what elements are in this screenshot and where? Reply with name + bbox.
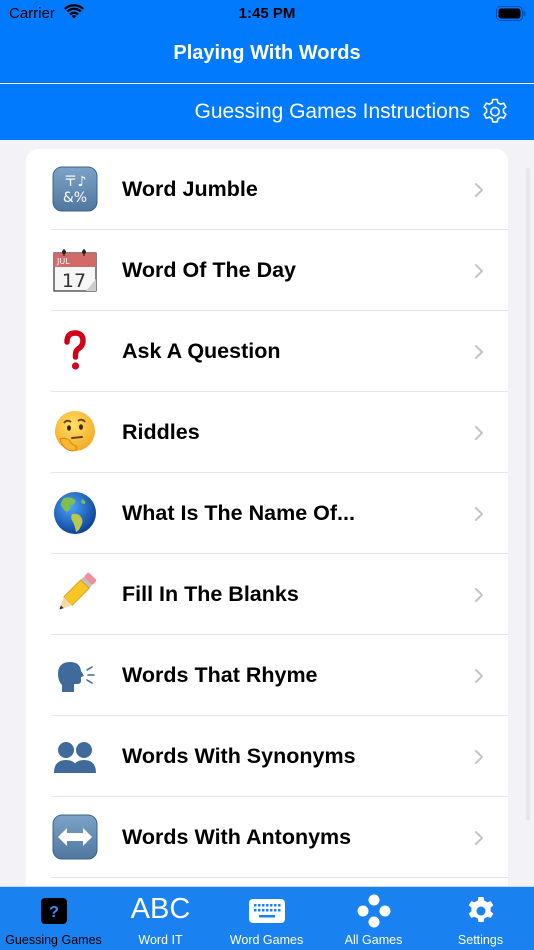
chevron-right-icon: [475, 668, 483, 683]
list-item-word-of-the-day[interactable]: JUL 17 Word Of The Day: [26, 230, 508, 311]
chevron-right-icon: [475, 182, 483, 197]
pencil-icon: [51, 570, 99, 618]
list-item-label: What Is The Name Of...: [122, 501, 355, 525]
chevron-right-icon: [475, 344, 483, 359]
list-item-riddles[interactable]: Riddles: [26, 392, 508, 473]
tab-label: Word Games: [229, 933, 304, 947]
calendar-day: 17: [62, 270, 86, 292]
tab-all-games[interactable]: All Games: [320, 887, 427, 950]
status-time: 1:45 PM: [238, 5, 296, 22]
list-item-words-with-antonyms[interactable]: Words With Antonyms: [26, 797, 508, 878]
tab-guessing-games[interactable]: ? Guessing Games: [0, 887, 107, 950]
svg-text:&%: &%: [63, 190, 87, 206]
list-item-label: Words That Rhyme: [122, 663, 318, 687]
list-item-fill-in-the-blanks[interactable]: Fill In The Blanks: [26, 554, 508, 635]
gear-outline-icon: [483, 98, 507, 123]
tab-label: Guessing Games: [5, 933, 102, 947]
list-item-what-is-the-name-of[interactable]: What Is The Name Of...: [26, 473, 508, 554]
chevron-right-icon: [475, 263, 483, 278]
question-mark-icon: [51, 327, 99, 375]
chevron-right-icon: [475, 425, 483, 440]
list-item-label: Word Jumble: [122, 177, 258, 201]
chevron-right-icon: [475, 506, 483, 521]
tab-word-games[interactable]: Word Games: [213, 887, 320, 950]
chevron-right-icon: [475, 749, 483, 764]
list-item-label: Ask A Question: [122, 339, 281, 363]
svg-text:?: ?: [49, 904, 59, 921]
instructions-button[interactable]: Guessing Games Instructions: [195, 96, 510, 128]
page-title: Playing With Words: [173, 42, 361, 64]
tab-settings[interactable]: Settings: [427, 887, 534, 950]
tab-bar: ? Guessing Games ABC Word IT Word Games: [0, 886, 534, 950]
calendar-month: JUL: [56, 257, 70, 266]
list-item-words-that-rhyme[interactable]: Words That Rhyme: [26, 635, 508, 716]
calendar-icon: JUL 17: [51, 246, 99, 294]
game-controller-dots-icon: [356, 894, 392, 928]
games-list: 〒♪ &% Word Jumble JUL 17 Word Of The Day: [26, 149, 508, 889]
list-item-label: Word Of The Day: [122, 258, 297, 282]
tab-label: Word IT: [138, 933, 183, 947]
status-bar: Carrier 1:45 PM: [0, 0, 534, 28]
chevron-right-icon: [475, 830, 483, 845]
instructions-bar: Guessing Games Instructions: [0, 84, 534, 140]
list-item-word-jumble[interactable]: 〒♪ &% Word Jumble: [26, 149, 508, 230]
list-item-words-with-synonyms[interactable]: Words With Synonyms: [26, 716, 508, 797]
left-right-arrow-icon: [51, 813, 99, 861]
abc-icon: ABC: [130, 892, 191, 925]
list-item-label: Fill In The Blanks: [122, 582, 299, 606]
instructions-label: Guessing Games Instructions: [194, 100, 470, 123]
list-item-ask-a-question[interactable]: Ask A Question: [26, 311, 508, 392]
list-item-label: Words With Synonyms: [122, 744, 356, 768]
tab-label: Settings: [457, 933, 504, 947]
list-item-label: Riddles: [122, 420, 200, 444]
thinking-face-icon: [51, 408, 99, 456]
speaking-head-icon: [51, 651, 99, 699]
keyboard-icon: [248, 895, 286, 927]
list-item-label: Words With Antonyms: [122, 825, 352, 849]
globe-americas-icon: [51, 489, 99, 537]
battery-icon: [496, 6, 526, 21]
scrollbar[interactable]: [526, 168, 530, 820]
navigation-bar: Playing With Words: [0, 28, 534, 83]
chevron-right-icon: [475, 587, 483, 602]
tab-word-it[interactable]: ABC Word IT: [107, 887, 214, 950]
input-symbols-icon: 〒♪ &%: [51, 165, 99, 213]
question-square-icon: ?: [40, 895, 68, 927]
gear-icon: [465, 895, 497, 927]
tab-label: All Games: [344, 933, 403, 947]
svg-text:〒♪: 〒♪: [64, 174, 87, 190]
busts-icon: [51, 732, 99, 780]
